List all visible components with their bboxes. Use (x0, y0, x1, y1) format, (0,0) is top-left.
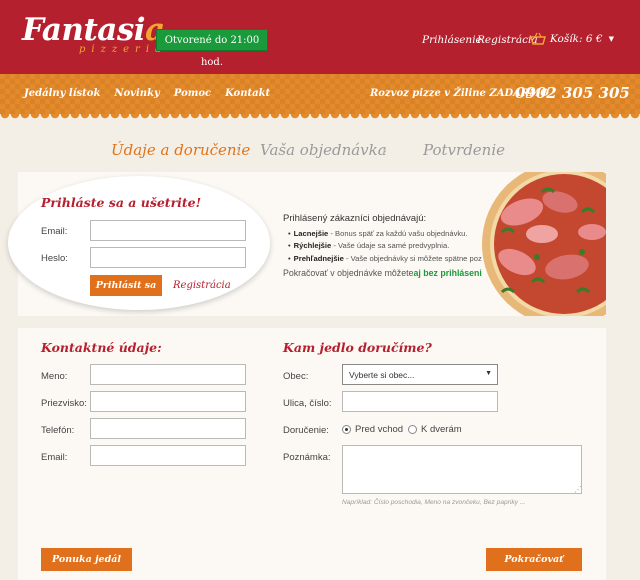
basket-icon (530, 32, 546, 45)
surname-label: Priezvisko: (41, 398, 87, 409)
town-select[interactable]: Vyberte si obec... ▼ (342, 364, 498, 385)
note-hint: Napríklad: Číslo poschodia, Meno na zvon… (342, 499, 526, 506)
step-confirmation: Potvrdenie (423, 141, 506, 159)
logo-text: Fantasi (22, 12, 146, 48)
pizza-image (482, 172, 606, 316)
resize-handle-icon[interactable]: ⋰ (574, 485, 582, 494)
phone-input[interactable] (90, 418, 246, 439)
step-order: Vaša objednávka (260, 141, 387, 159)
band-edge (0, 114, 640, 120)
radio-door-label: K dverám (421, 424, 462, 435)
phone-number[interactable]: 0902 305 305 (515, 84, 630, 102)
note-textarea[interactable] (342, 445, 582, 494)
radio-empty-icon (408, 425, 417, 434)
radio-to-door[interactable]: K dverám (408, 424, 462, 435)
radio-selected-icon (342, 425, 351, 434)
continue-without-login-link[interactable]: aj bez prihlásenia. (413, 268, 489, 278)
dropdown-arrow-icon: ▼ (485, 370, 492, 377)
phone-label: Telefón: (41, 425, 75, 436)
nav-item-news[interactable]: Novinky (114, 88, 159, 99)
radio-front-label: Pred vchod (355, 424, 404, 435)
login-password-label: Heslo: (41, 253, 68, 264)
street-input[interactable] (342, 391, 498, 412)
benefit-item: Rýchlejšie - Vaše údaje sa samé predvypl… (288, 240, 495, 252)
nav-item-contact[interactable]: Kontakt (225, 88, 270, 99)
name-label: Meno: (41, 371, 68, 382)
login-title: Prihláste sa a ušetrite! (41, 195, 202, 210)
continue-button[interactable]: Pokračovať (486, 548, 582, 571)
login-email-label: Email: (41, 226, 68, 237)
delivery-title: Kam jedlo doručíme? (283, 340, 432, 355)
surname-input[interactable] (90, 391, 246, 412)
cart-button[interactable]: Košík: 6 € ▼ (530, 32, 614, 46)
logo[interactable]: Fantasia pizzeria (22, 14, 167, 55)
benefits-title: Prihlásený zákazníci objednávajú: (283, 213, 427, 224)
login-email-input[interactable] (90, 220, 246, 241)
nav-item-help[interactable]: Pomoc (174, 88, 211, 99)
login-password-input[interactable] (90, 247, 246, 268)
continue-without-login: Pokračovať v objednávke môžeteaj bez pri… (283, 268, 490, 278)
nav-item-menu[interactable]: Jedálny lístok (24, 88, 100, 99)
benefit-item: Lacnejšie - Bonus späť za každú vašu obj… (288, 228, 495, 240)
cart-label: Košík: 6 € (550, 33, 603, 45)
logo-subtitle: pizzeria (79, 44, 167, 55)
benefits-list: Lacnejšie - Bonus späť za každú vašu obj… (288, 228, 496, 265)
radio-front-entrance[interactable]: Pred vchod (342, 424, 403, 435)
contact-title: Kontaktné údaje: (41, 340, 162, 355)
chevron-right-icon: › (236, 142, 241, 158)
delivery-type-label: Doručenie: (283, 425, 329, 436)
email-label: Email: (41, 452, 68, 463)
login-button[interactable]: Prihlásit sa (90, 275, 162, 296)
town-select-value: Vyberte si obec... (349, 370, 415, 380)
login-register-link[interactable]: Registrácia (173, 280, 231, 291)
chevron-down-icon: ▼ (608, 35, 614, 43)
step-details: Údaje a doručenie (111, 141, 251, 159)
benefit-item: Prehľadnejšie - Vaše objednávky si môžet… (288, 253, 496, 265)
note-label: Poznámka: (283, 452, 331, 463)
register-link[interactable]: Registrácia (477, 34, 538, 46)
menu-button[interactable]: Ponuka jedál (41, 548, 132, 571)
town-label: Obec: (283, 371, 309, 382)
street-label: Ulica, číslo: (283, 398, 332, 409)
email-input[interactable] (90, 445, 246, 466)
opening-hours-badge: Otvorené do 21:00 hod. (156, 29, 268, 68)
name-input[interactable] (90, 364, 246, 385)
main-nav: Jedálny lístok Novinky Pomoc Kontakt (24, 88, 270, 99)
login-link[interactable]: Prihlásenie (422, 34, 482, 46)
chevron-right-icon: › (382, 142, 387, 158)
